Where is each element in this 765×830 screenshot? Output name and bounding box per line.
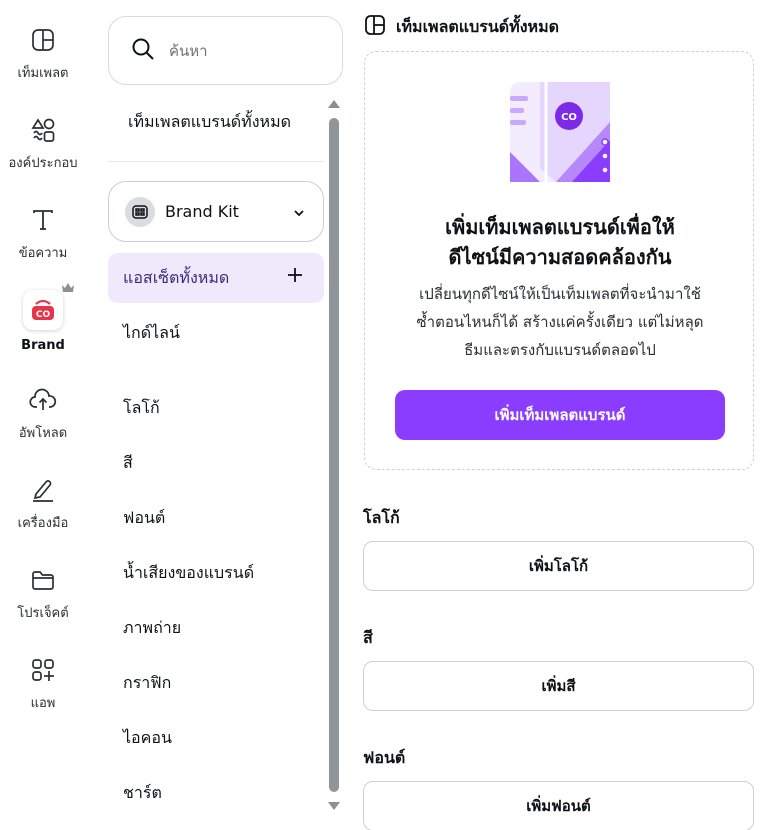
sidebar-item-icons[interactable]: ไอคอน [123, 726, 172, 751]
brand-kit-icon [125, 196, 155, 227]
search-box[interactable] [108, 16, 343, 85]
sidebar-item-colors[interactable]: สี [123, 451, 133, 476]
sidebar-item-charts[interactable]: ชาร์ต [123, 781, 162, 806]
rail-label: โปรเจ็คต์ [17, 606, 69, 621]
scroll-up-arrow[interactable] [328, 100, 340, 108]
sidebar-item-photos[interactable]: ภาพถ่าย [123, 616, 181, 641]
promo-desc-line: ซ้ำตอนไหนก็ได้ สร้างแค่ครั้งเดียว แต่ไม่… [416, 313, 704, 331]
tools-icon [29, 476, 57, 504]
rail-label: เครื่องมือ [17, 516, 69, 531]
rail-item-upload[interactable]: อัพโหลด [0, 386, 86, 443]
brand-kit-dropdown[interactable]: Brand Kit [108, 181, 324, 242]
upload-icon [29, 386, 57, 414]
sidebar-item-label: แอสเซ็ตทั้งหมด [123, 267, 230, 287]
rail-label: Brand [21, 338, 65, 353]
text-icon [29, 206, 57, 234]
brand-icon: CO [23, 290, 63, 330]
section-header: เท็มเพลตแบรนด์ทั้งหมด [364, 14, 559, 40]
logos-section-label: โลโก้ [363, 508, 400, 527]
fonts-section-label: ฟอนต์ [363, 748, 406, 767]
brand-template-illustration: CO [510, 82, 610, 186]
svg-text:CO: CO [561, 112, 577, 123]
sidebar-item-graphics[interactable]: กราฟิก [123, 671, 171, 696]
rail-item-apps[interactable]: แอพ [0, 656, 86, 713]
rail-item-brand[interactable]: CO Brand [0, 290, 86, 353]
sidebar-item-all-assets[interactable]: แอสเซ็ตทั้งหมด [108, 253, 324, 303]
add-brand-template-button[interactable]: เพิ่มเท็มเพลตแบรนด์ [395, 390, 725, 440]
rail-item-tools[interactable]: เครื่องมือ [0, 476, 86, 533]
promo-description: เปลี่ยนทุกดีไซน์ให้เป็นเท็มเพลตที่จะนำมา… [385, 280, 735, 364]
promo-desc-line: เปลี่ยนทุกดีไซน์ให้เป็นเท็มเพลตที่จะนำมา… [419, 285, 701, 303]
chevron-down-icon [293, 204, 305, 223]
template-icon [364, 14, 386, 40]
section-title: เท็มเพลตแบรนด์ทั้งหมด [396, 16, 560, 36]
rail-item-text[interactable]: ข้อความ [0, 206, 86, 263]
rail-item-templates[interactable]: เท็มเพลต [0, 26, 86, 83]
all-brand-templates-link[interactable]: เท็มเพลตแบรนด์ทั้งหมด [128, 110, 291, 135]
scrollbar[interactable] [328, 100, 340, 816]
rail-item-elements[interactable]: องค์ประกอบ [0, 116, 86, 173]
rail-label: ข้อความ [18, 246, 68, 261]
search-input[interactable] [169, 41, 319, 60]
colors-section-label: สี [363, 628, 373, 647]
scroll-down-arrow[interactable] [328, 802, 340, 810]
brand-template-promo-card: CO เพิ่มเท็มเพลตแบรนด์เพื่อให้ ดีไซน์มีค… [364, 51, 754, 470]
promo-title-line: ดีไซน์มีความสอดคล้องกัน [448, 245, 672, 269]
apps-icon [29, 656, 57, 684]
sidebar-item-logos[interactable]: โลโก้ [123, 396, 160, 421]
rail-label: องค์ประกอบ [8, 156, 78, 171]
sidebar-item-guidelines[interactable]: ไกด์ไลน์ [123, 321, 180, 346]
template-icon [29, 26, 57, 54]
add-logo-button[interactable]: เพิ่มโลโก้ [363, 541, 754, 591]
add-asset-button[interactable] [286, 266, 304, 289]
brand-kit-label: Brand Kit [165, 202, 239, 221]
promo-title-line: เพิ่มเท็มเพลตแบรนด์เพื่อให้ [445, 215, 675, 239]
add-font-button[interactable]: เพิ่มฟอนต์ [363, 781, 754, 830]
search-icon [131, 37, 155, 65]
sidebar-item-fonts[interactable]: ฟอนต์ [123, 506, 165, 531]
rail-item-projects[interactable]: โปรเจ็คต์ [0, 566, 86, 623]
divider [108, 161, 324, 162]
add-color-button[interactable]: เพิ่มสี [363, 661, 754, 711]
rail-label: เท็มเพลต [17, 66, 69, 81]
scroll-thumb[interactable] [329, 118, 339, 792]
sidebar-item-brand-voice[interactable]: น้ำเสียงของแบรนด์ [123, 561, 254, 586]
elements-icon [29, 116, 57, 144]
promo-desc-line: ธีมและตรงกับแบรนด์ตลอดไป [464, 341, 656, 359]
rail-label: อัพโหลด [18, 426, 68, 441]
side-rail: เท็มเพลต องค์ประกอบ ข้อความ CO Brand อัพ… [0, 0, 86, 830]
svg-text:CO: CO [36, 310, 51, 320]
rail-label: แอพ [30, 696, 56, 711]
promo-title: เพิ่มเท็มเพลตแบรนด์เพื่อให้ ดีไซน์มีความ… [365, 212, 755, 272]
folder-icon [29, 566, 57, 594]
